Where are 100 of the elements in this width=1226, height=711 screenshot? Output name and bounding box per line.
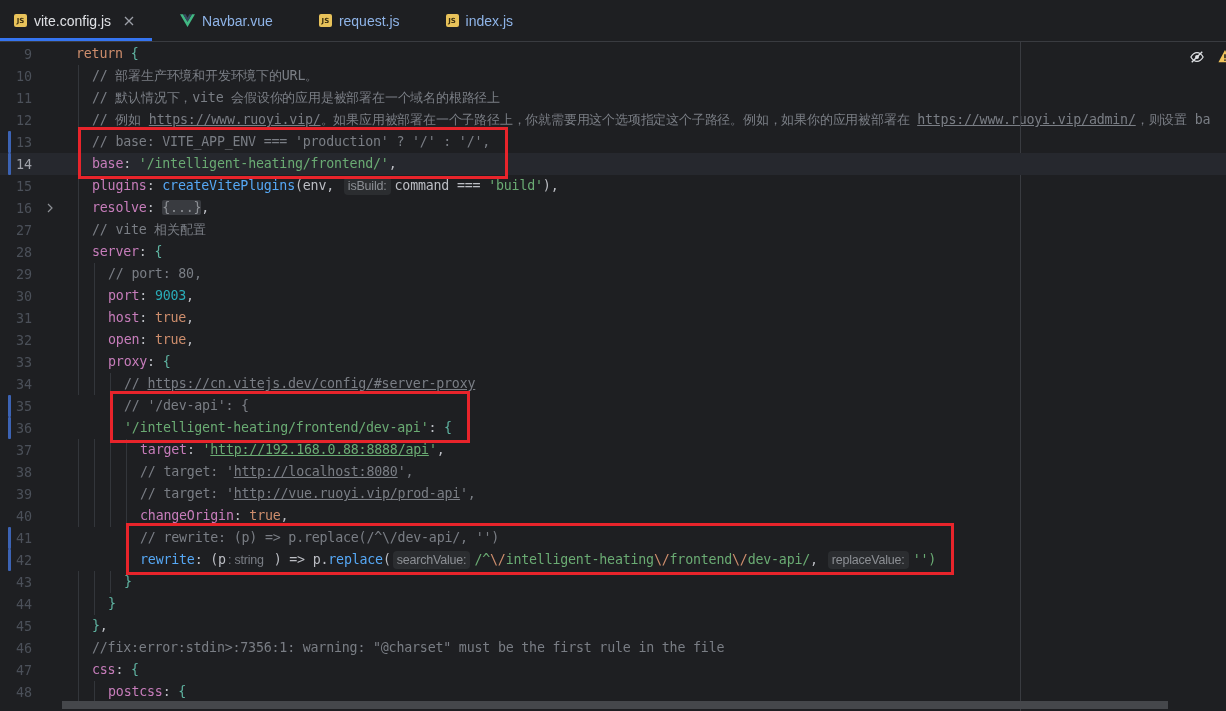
brace: } [108,596,116,611]
code-text: , [388,156,397,171]
code-comment: // target: ' [140,486,234,501]
code-text: : [186,442,196,457]
code-text: : (p [194,552,226,567]
regex-literal: frontend [669,552,732,567]
code-link[interactable]: https://www.ruoyi.vip/admin/ [917,112,1136,127]
regex-literal: intelligent-heating [505,552,654,567]
code-text: , [810,552,819,567]
property-name: proxy [108,354,148,369]
code-text: : [139,288,149,303]
code-comment: // 例如 [92,112,143,127]
code-comment: // port: 80, [108,266,202,281]
property-name: port [108,288,140,303]
property-name: plugins [92,178,147,193]
brace: } [124,574,132,589]
code-text: : [147,354,156,369]
code-text: : [146,178,156,193]
code-text: , [99,618,108,633]
property-name: host [108,310,140,325]
keyword: true [154,332,187,347]
close-icon[interactable] [124,15,135,26]
code-text: : [115,662,125,677]
code-text: (env, [294,178,335,193]
property-name: base [92,156,124,171]
regex-escape: \/ [732,552,748,567]
code-text: command === [394,178,482,193]
code-text: , [186,310,194,325]
code-text: : [138,244,148,259]
brace: { [154,244,163,259]
line-number: 14 [15,156,32,172]
code-link[interactable]: http://localhost:8080 [233,464,398,479]
code-link[interactable]: https://www.ruoyi.vip/ [148,112,321,127]
vue-file-icon [180,13,196,28]
keyword: true [249,508,281,523]
code-text: ) => p. [272,552,329,567]
string-literal: '/intelligent-heating/frontend/' [138,156,389,171]
string-literal: '') [912,552,937,567]
code-text: : [146,200,156,215]
brace: { [130,46,139,61]
function-name: rewrite [140,552,195,567]
string-literal: ' [202,442,211,457]
regex-literal: /^ [474,552,490,567]
eye-slash-icon[interactable] [1190,50,1204,64]
chevron-icon[interactable] [46,203,54,213]
code-link[interactable]: http://vue.ruoyi.vip/prod-api [233,486,461,501]
code-comment: // '/dev-api': { [124,398,249,413]
code-text: : [233,508,243,523]
code-comment: // base: VITE_APP_ENV === 'production' ? '/' : '/', [92,134,491,149]
editor-tab[interactable]: Navbar.vue [166,0,291,41]
code-comment: //fix:error:stdin>:7356:1: warning: "@charset" must be the first rule in the file [92,640,725,655]
brace: { [178,684,187,699]
horizontal-scrollbar[interactable] [62,701,1168,709]
code-comment: // 部署生产环境和开发环境下的URL。 [92,68,319,83]
regex-literal: dev-api/ [747,552,811,567]
string-literal: 'build' [488,178,543,193]
code-text: ), [542,178,559,193]
property-name: server [92,244,139,259]
code-text: , [186,288,194,303]
property-name: resolve [92,200,147,215]
code-text: , [436,442,445,457]
code-comment: // rewrite: (p) => p.replace(/^\/dev-api/, '') [140,530,500,545]
code-text: : [139,332,149,347]
brace: { [162,354,171,369]
function-name: replace [328,552,383,567]
code-text: ( [382,552,391,567]
property-name: postcss [108,684,163,699]
regex-escape: \/ [653,552,670,567]
code-link[interactable]: http://192.168.0.88:8888/api [210,442,429,457]
property-name: target [140,442,187,457]
string-literal: ' [428,442,437,457]
code-text: : [162,684,172,699]
brace: } [92,618,100,633]
code-text: , [280,508,289,523]
keyword: return [76,46,124,61]
code-text: , [186,332,194,347]
code-comment: // vite 相关配置 [92,222,206,237]
brace: { [131,662,139,677]
code-text: , [201,200,210,215]
number-literal: 9003 [154,288,187,303]
property-name: open [108,332,140,347]
code-text: : [428,420,438,435]
type-hint: : string [226,553,265,567]
brace: { [444,420,452,435]
inlay-hint: replaceValue: [827,551,909,569]
code-link[interactable]: https://cn.vitejs.dev/config/#server-proxy [147,376,476,391]
code-comment: // target: ' [140,464,234,479]
inlay-hint: searchValue: [392,551,471,569]
function-name: createVitePlugins [162,178,295,193]
regex-escape: \/ [490,552,506,567]
folded-code[interactable]: {...} [162,200,202,215]
code-text: : [139,310,149,325]
code-comment: // [124,376,141,391]
code-text: : [123,156,133,171]
code-comment: ', [397,464,414,479]
code-comment: ', [460,486,476,501]
string-literal: '/intelligent-heating/frontend/dev-api' [124,420,429,435]
keyword: true [154,310,187,325]
code-comment: ，则设置 ba [1135,112,1211,127]
property-name: css [92,662,116,677]
